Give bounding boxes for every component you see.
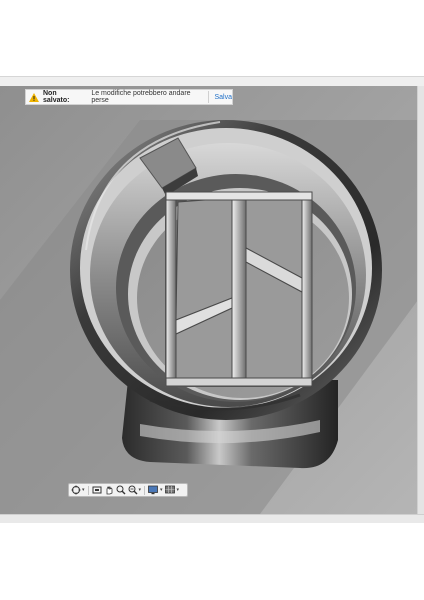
zoom-icon[interactable] — [116, 485, 126, 495]
navigation-toolbar: ▾ ▾ ▾ ▾ — [68, 483, 188, 497]
toolbar-separator — [87, 485, 89, 495]
orbit-icon[interactable]: ▾ — [71, 485, 85, 495]
pan-icon[interactable] — [104, 485, 114, 495]
display-settings-icon[interactable]: ▾ — [148, 485, 163, 495]
unsaved-notification: Non salvato: Le modifiche potrebbero and… — [25, 89, 233, 105]
3d-viewport[interactable] — [0, 86, 419, 514]
toolbar-separator — [144, 485, 146, 495]
grid-settings-icon[interactable]: ▾ — [164, 485, 179, 495]
notification-divider — [207, 91, 209, 103]
save-link[interactable]: Salva — [214, 94, 232, 101]
vertical-scrollbar[interactable] — [417, 86, 424, 514]
warning-icon — [29, 92, 39, 102]
fit-icon[interactable]: ▾ — [128, 485, 141, 495]
status-strip — [0, 514, 424, 523]
model-canvas[interactable] — [0, 86, 418, 514]
notification-message: Le modifiche potrebbero andare perse — [91, 90, 191, 104]
look-at-icon[interactable] — [92, 485, 102, 495]
notification-title: Non salvato: — [43, 90, 70, 104]
